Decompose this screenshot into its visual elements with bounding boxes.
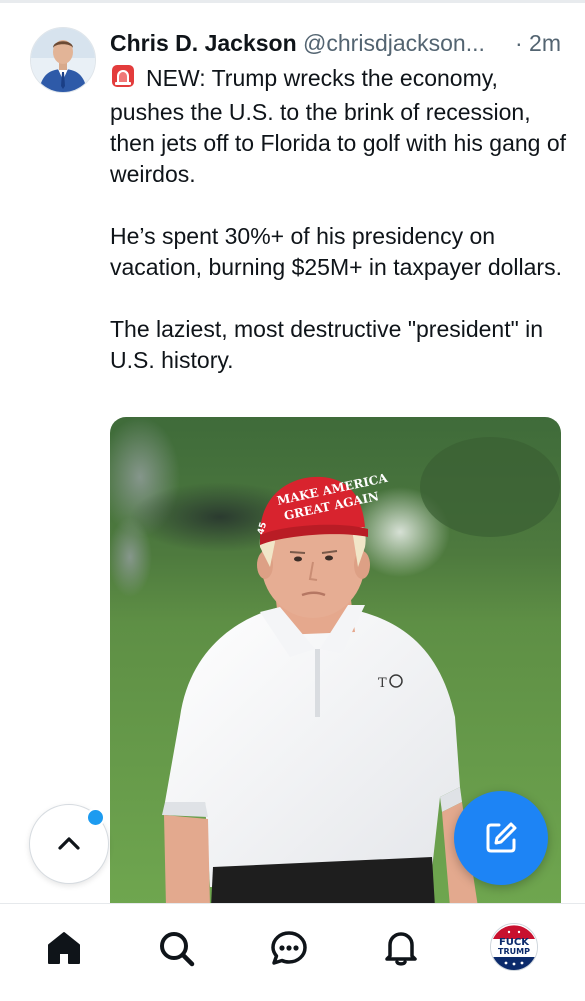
- nav-search-tab[interactable]: [152, 924, 200, 972]
- post-paragraph-2: He’s spent 30%+ of his presidency on vac…: [110, 223, 562, 280]
- post-paragraph-3: The laziest, most destructive "president…: [110, 316, 544, 373]
- avatar-photo: [31, 28, 95, 92]
- home-icon: [48, 932, 80, 964]
- search-icon: [160, 932, 195, 967]
- post-header: Chris D. Jackson @chrisdjackson...: [110, 29, 570, 57]
- new-posts-indicator-dot: [86, 808, 105, 827]
- nav-chat-tab[interactable]: [265, 924, 313, 972]
- author-handle[interactable]: @chrisdjackson...: [303, 30, 485, 56]
- nav-home-tab[interactable]: [40, 924, 88, 972]
- rotating-light-icon: [110, 63, 136, 97]
- author-name[interactable]: Chris D. Jackson: [110, 30, 297, 56]
- post-paragraph-1: NEW: Trump wrecks the economy, pushes th…: [110, 63, 570, 190]
- nav-profile-tab[interactable]: FUCK TRUMP: [490, 923, 538, 971]
- bottom-navigation-bar: FUCK TRUMP: [0, 903, 585, 1001]
- post-timestamp[interactable]: · 2m: [515, 29, 561, 57]
- svg-text:T: T: [378, 676, 387, 691]
- nav-notifications-tab[interactable]: [377, 924, 425, 972]
- bell-icon: [385, 932, 417, 966]
- chevron-up-icon: [58, 837, 80, 850]
- compose-post-button[interactable]: [454, 791, 548, 885]
- post-text: NEW: Trump wrecks the economy, pushes th…: [110, 63, 570, 407]
- post[interactable]: Chris D. Jackson @chrisdjackson... · 2m …: [0, 3, 585, 907]
- author-avatar[interactable]: [30, 27, 96, 93]
- profile-badge-line2: TRUMP: [498, 947, 530, 956]
- chat-icon: [271, 931, 307, 965]
- compose-icon: [486, 822, 517, 853]
- post-paragraph-1-text: NEW: Trump wrecks the economy, pushes th…: [110, 65, 567, 187]
